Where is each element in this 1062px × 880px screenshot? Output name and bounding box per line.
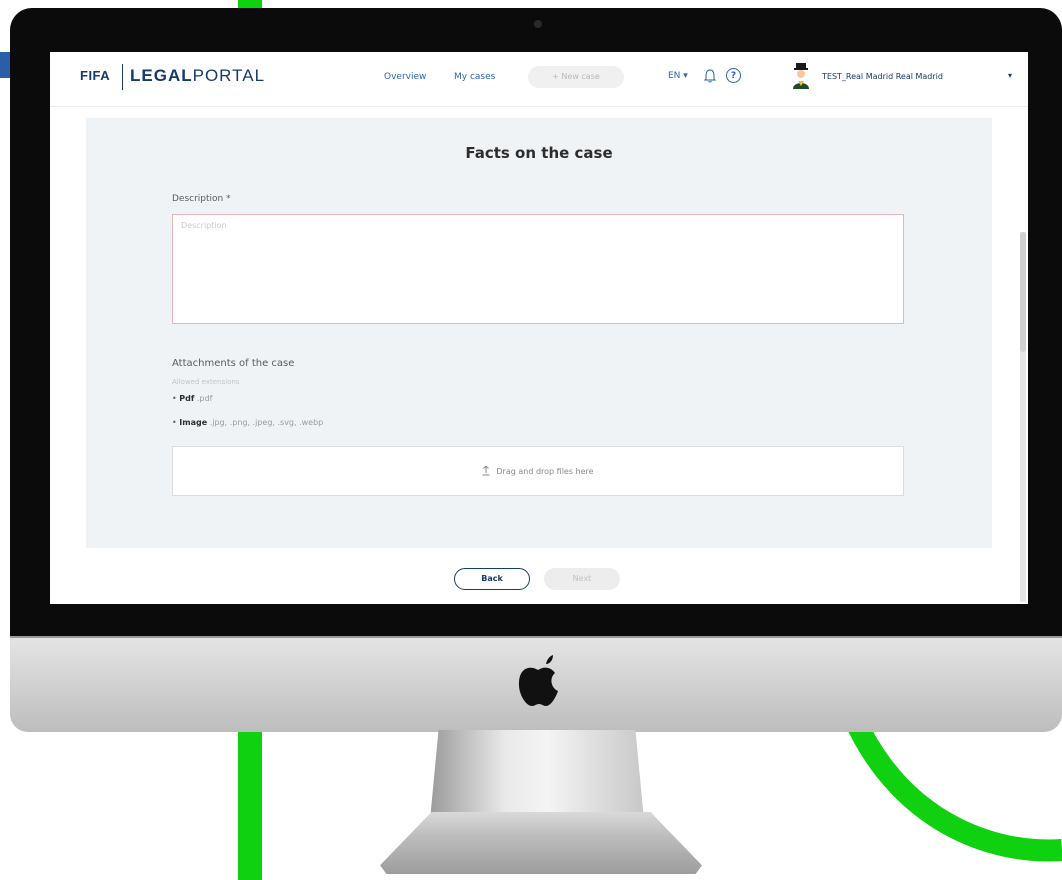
page-title: Facts on the case <box>465 144 613 162</box>
apple-logo-icon <box>516 654 560 708</box>
bullet: • <box>172 418 177 427</box>
extension-list: .pdf <box>196 394 213 403</box>
file-dropzone[interactable]: Drag and drop files here <box>172 446 904 496</box>
next-button[interactable]: Next <box>544 568 620 590</box>
logo-legal-text: LEGAL <box>130 66 193 85</box>
chevron-down-icon: ▾ <box>683 71 688 81</box>
extension-type: Image <box>179 418 208 427</box>
bell-icon[interactable] <box>704 69 716 83</box>
logo-portal-text: PORTAL <box>192 66 266 85</box>
back-button[interactable]: Back <box>454 568 530 590</box>
user-name[interactable]: TEST_Real Madrid Real Madrid <box>822 72 943 81</box>
fifa-logo[interactable]: FIFA <box>80 68 110 83</box>
upload-icon <box>482 466 490 476</box>
screen: FIFA LEGALPORTAL Overview My cases + New… <box>50 52 1028 604</box>
description-label: Description * <box>172 194 231 204</box>
logo-divider <box>122 64 123 90</box>
legal-portal-logo[interactable]: LEGALPORTAL <box>130 66 265 86</box>
extension-item: • Pdf .pdf <box>172 394 212 403</box>
decorative-green-line <box>238 728 262 880</box>
avatar[interactable] <box>788 62 814 90</box>
extension-item: • Image .jpg, .png, .jpeg, .svg, .webp <box>172 418 323 427</box>
help-icon[interactable]: ? <box>726 68 741 83</box>
camera-icon <box>534 20 542 28</box>
attachments-label: Attachments of the case <box>172 358 295 369</box>
new-case-button[interactable]: + New case <box>528 66 624 88</box>
language-selector[interactable]: EN ▾ <box>668 71 688 81</box>
bullet: • <box>172 394 177 403</box>
language-value: EN <box>668 71 681 81</box>
scrollbar-thumb[interactable] <box>1020 232 1026 352</box>
extension-list: .jpg, .png, .jpeg, .svg, .webp <box>209 418 324 427</box>
extension-type: Pdf <box>179 394 195 403</box>
chevron-down-icon[interactable]: ▾ <box>1008 71 1012 80</box>
monitor-stand <box>430 730 644 820</box>
description-textarea[interactable] <box>172 214 904 324</box>
allowed-extensions-label: Allowed extensions <box>172 378 240 386</box>
dropzone-content: Drag and drop files here <box>173 447 903 495</box>
top-navigation-bar: FIFA LEGALPORTAL Overview My cases + New… <box>50 52 1028 107</box>
nav-overview-link[interactable]: Overview <box>384 72 426 82</box>
nav-my-cases-link[interactable]: My cases <box>454 72 495 82</box>
dropzone-text: Drag and drop files here <box>496 466 594 476</box>
monitor-stand-foot <box>380 812 702 874</box>
